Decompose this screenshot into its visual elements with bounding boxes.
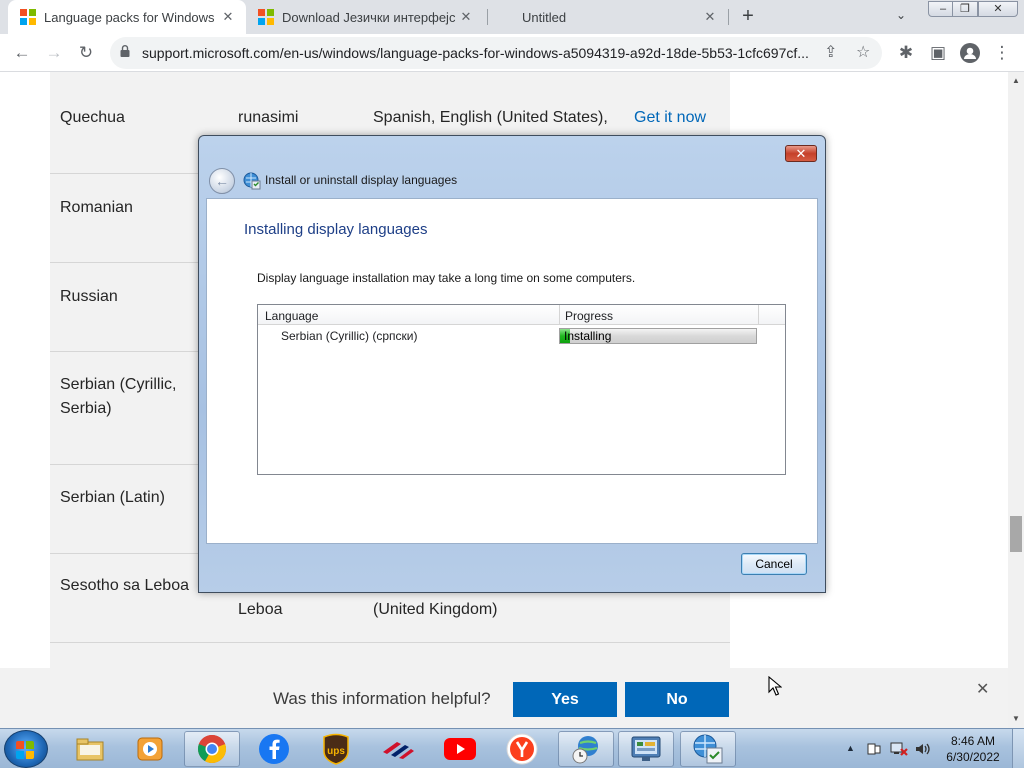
extensions-puzzle-icon[interactable]: ✱ — [894, 41, 918, 65]
page-scrollbar[interactable]: ▲ ▼ — [1008, 72, 1024, 728]
browser-toolbar: ← → ↻ support.microsoft.com/en-us/window… — [0, 34, 1024, 72]
share-icon[interactable]: ⇪ — [824, 42, 837, 62]
youtube-icon[interactable] — [432, 731, 488, 767]
system-clock[interactable]: 8:46 AM 6/30/2022 — [938, 733, 1008, 765]
dialog-content: Installing display languages Display lan… — [206, 198, 818, 544]
language-globe-icon — [243, 172, 261, 190]
get-it-now-link[interactable]: Get it now — [634, 106, 706, 130]
language-progress-list: Language Progress Serbian (Cyrillic) (ср… — [257, 304, 786, 475]
base-language: (United Kingdom) — [373, 601, 498, 618]
bookmark-star-icon[interactable]: ☆ — [856, 42, 870, 62]
dialog-heading: Installing display languages — [244, 221, 428, 238]
globe-clock-icon[interactable] — [558, 731, 614, 767]
install-languages-dialog: ✕ ← Install or uninstall display languag… — [198, 135, 826, 593]
window-close-button[interactable]: ✕ — [978, 1, 1018, 17]
windows-explorer-icon[interactable] — [62, 731, 118, 767]
language-name: Serbian (Cyrillic, Serbia) — [60, 376, 177, 417]
install-progress-bar: Installing — [559, 328, 757, 344]
language-name: Sesotho sa Leboa — [60, 577, 189, 594]
language-native-name: runasimi — [238, 109, 299, 126]
feedback-question: Was this information helpful? — [273, 689, 491, 708]
language-name: Quechua — [60, 109, 125, 126]
microsoft-logo-icon — [258, 9, 274, 25]
svg-text:ups: ups — [327, 746, 345, 757]
tab-separator — [728, 9, 729, 25]
address-bar[interactable]: support.microsoft.com/en-us/windows/lang… — [110, 37, 882, 69]
list-item[interactable]: Serbian (Cyrillic) (српски) Installing — [258, 326, 785, 346]
bank-of-america-icon[interactable] — [370, 731, 426, 767]
volume-speaker-icon[interactable] — [914, 741, 932, 757]
url-text[interactable]: support.microsoft.com/en-us/windows/lang… — [142, 45, 818, 61]
scrollbar-thumb[interactable] — [1010, 516, 1022, 552]
dialog-back-arrow-icon[interactable]: ← — [209, 168, 235, 194]
back-arrow-icon[interactable]: ← — [10, 41, 34, 65]
browser-tab-strip: Language packs for Windows ✕ Download Је… — [0, 0, 1024, 34]
windows-taskbar: ups ▲ 8:46 AM 6/30/2022 — [0, 728, 1024, 768]
network-disconnected-icon[interactable] — [890, 741, 908, 757]
tray-expand-icon[interactable]: ▲ — [846, 743, 855, 753]
no-button[interactable]: No — [625, 682, 729, 717]
yandex-browser-icon[interactable] — [494, 731, 550, 767]
clock-time: 8:46 AM — [950, 734, 996, 748]
forward-arrow-icon[interactable]: → — [42, 41, 66, 65]
feedback-bar: Was this information helpful? Yes No ✕ — [0, 668, 1008, 728]
tab-title: Download Језички интерфејс па — [282, 9, 458, 25]
cancel-button[interactable]: Cancel — [741, 553, 807, 575]
chrome-icon[interactable] — [184, 731, 240, 767]
list-header: Language Progress — [258, 305, 785, 325]
profile-avatar-icon[interactable] — [958, 41, 982, 65]
tab-untitled[interactable]: Untitled ✕ — [490, 0, 728, 34]
tab-close-icon[interactable]: ✕ — [702, 9, 718, 25]
lock-icon — [120, 45, 130, 57]
media-player-icon[interactable] — [122, 731, 178, 767]
microsoft-logo-icon — [20, 9, 36, 25]
control-panel-icon[interactable] — [618, 731, 674, 767]
mouse-pointer-icon — [768, 676, 782, 696]
tab-search-chevron-icon[interactable]: ⌄ — [896, 8, 906, 22]
language-install-icon[interactable] — [680, 731, 736, 767]
tab-close-icon[interactable]: ✕ — [458, 9, 474, 25]
restore-button[interactable]: ❐ — [952, 1, 978, 17]
feedback-close-icon[interactable]: ✕ — [976, 679, 989, 699]
clock-date: 6/30/2022 — [946, 750, 1000, 764]
tab-title: Untitled — [522, 9, 567, 25]
start-button[interactable] — [4, 730, 48, 768]
language-native-name: Leboa — [238, 601, 283, 618]
side-panel-icon[interactable]: ▣ — [926, 41, 950, 65]
menu-kebab-icon[interactable]: ⋮ — [990, 41, 1014, 65]
column-header-language[interactable]: Language — [265, 309, 318, 323]
ups-icon[interactable]: ups — [308, 731, 364, 767]
tab-download-language[interactable]: Download Језички интерфејс па ✕ — [246, 0, 484, 34]
scroll-up-arrow-icon[interactable]: ▲ — [1008, 74, 1024, 88]
new-tab-button[interactable]: + — [738, 6, 758, 26]
tab-close-icon[interactable]: ✕ — [220, 9, 236, 25]
language-name: Romanian — [60, 199, 133, 216]
column-header-progress[interactable]: Progress — [565, 309, 613, 323]
dialog-close-button[interactable]: ✕ — [785, 145, 817, 162]
scroll-down-arrow-icon[interactable]: ▼ — [1008, 712, 1024, 726]
facebook-icon[interactable] — [246, 731, 302, 767]
show-desktop-button[interactable] — [1012, 729, 1024, 768]
progress-status: Installing — [564, 329, 612, 343]
language-name: Russian — [60, 288, 118, 305]
tab-separator — [487, 9, 488, 25]
action-center-flag-icon[interactable] — [866, 741, 882, 757]
base-language: Spanish, English (United States), — [373, 109, 608, 126]
language-name: Serbian (Latin) — [60, 489, 165, 506]
column-divider — [758, 305, 759, 325]
reload-icon[interactable]: ↻ — [74, 41, 98, 65]
dialog-title: Install or uninstall display languages — [265, 173, 458, 187]
yes-button[interactable]: Yes — [513, 682, 617, 717]
tab-title: Language packs for Windows — [44, 9, 215, 25]
language-item-name: Serbian (Cyrillic) (српски) — [281, 329, 418, 343]
column-divider — [559, 305, 560, 325]
dialog-description: Display language installation may take a… — [257, 271, 636, 285]
tab-language-packs[interactable]: Language packs for Windows ✕ — [8, 0, 246, 34]
